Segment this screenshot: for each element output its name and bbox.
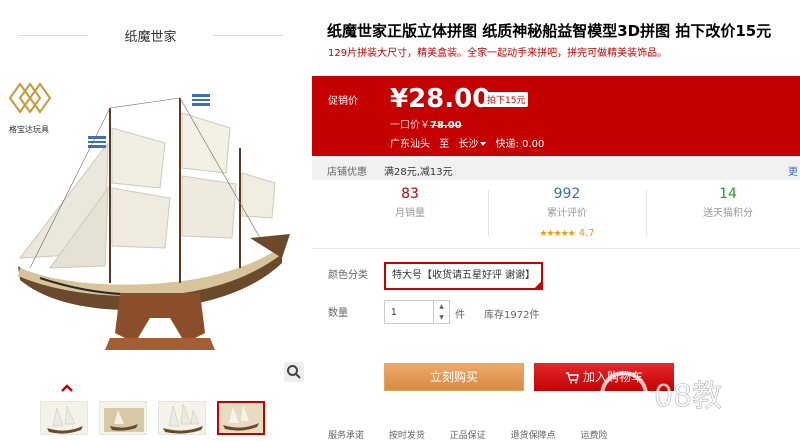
zoom-icon[interactable] xyxy=(284,362,304,382)
promo-price-panel: 促销价 ¥28.00 拍下15元 一口价￥78.00 广东汕头 至 长沙 快递:… xyxy=(312,76,800,156)
tmall-points-label: 送天猫积分 xyxy=(703,208,753,219)
shipping-info: 广东汕头 至 长沙 快递: 0.00 xyxy=(390,135,550,150)
shop-discount-value: 满28元,减13元 xyxy=(384,167,453,178)
selected-check-icon xyxy=(533,280,544,290)
thumbnail-item[interactable] xyxy=(158,401,206,435)
stock-count: 库存1972件 xyxy=(484,310,540,321)
promo-price: ¥28.00 xyxy=(390,84,491,114)
stepper-down-icon[interactable]: ▼ xyxy=(434,312,449,323)
total-reviews[interactable]: 992 累计评价 ★★★★★ 4.7 xyxy=(487,186,647,240)
thumbnail-strip xyxy=(40,401,265,435)
thumbnail-item[interactable] xyxy=(40,401,88,435)
quantity-stepper[interactable]: ▲ ▼ xyxy=(434,300,450,324)
total-reviews-count[interactable]: 992 xyxy=(487,186,647,202)
divider xyxy=(646,190,647,236)
original-price-value: 78.00 xyxy=(430,120,462,131)
ship-to-word: 至 xyxy=(439,139,450,150)
total-reviews-label: 累计评价 xyxy=(547,208,587,219)
color-option-selected[interactable]: 特大号【收货请五星好评 谢谢】 xyxy=(384,262,544,290)
tmall-points-count: 14 xyxy=(719,186,737,202)
quantity-label: 数量 xyxy=(328,308,348,319)
monthly-sales-label: 月销量 xyxy=(395,208,425,219)
monthly-sales-count: 83 xyxy=(401,186,419,202)
stepper-up-icon[interactable]: ▲ xyxy=(434,301,449,312)
original-price-label: 一口价￥ xyxy=(390,120,430,131)
tmall-points: 14 送天猫积分 xyxy=(648,186,800,219)
shop-discount-more-link[interactable]: 更 xyxy=(788,163,798,178)
delivery-fee: 快递: 0.00 xyxy=(495,139,545,150)
promo-label: 促销价 xyxy=(328,96,358,107)
product-title: 纸魔世家正版立体拼图 纸质神秘船益智模型3D拼图 拍下改价15元 xyxy=(327,22,772,40)
shop-discount-row: 店铺优惠 满28元,减13元 更 xyxy=(312,156,800,180)
product-subtitle: 129片拼装大尺寸，精美盒装。全家一起动手来拼吧，拼完可做精美装饰品。 xyxy=(328,48,668,59)
ship-to-location[interactable]: 长沙 xyxy=(458,139,478,150)
service-item: 服务承诺 xyxy=(328,431,365,441)
quantity-input[interactable] xyxy=(384,300,434,324)
color-option-label: 特大号【收货请五星好评 谢谢】 xyxy=(392,270,536,281)
svg-text:08教: 08教 xyxy=(654,379,722,414)
service-item[interactable]: 正品保证 xyxy=(450,431,486,441)
original-price: 一口价￥78.00 xyxy=(390,116,462,131)
ship-model-image[interactable] xyxy=(0,88,305,368)
watermark-logo: 08教 xyxy=(600,371,722,419)
shop-name[interactable]: 纸魔世家 xyxy=(18,26,283,45)
star-icon: ★★★★★ xyxy=(539,229,575,239)
monthly-sales: 83 月销量 xyxy=(330,186,490,219)
service-item[interactable]: 按时发货 xyxy=(389,431,425,441)
promo-badge: 拍下15元 xyxy=(484,92,529,107)
service-item[interactable]: 退货保障点 xyxy=(511,431,556,441)
shop-discount-label: 店铺优惠 xyxy=(327,167,367,178)
service-item[interactable]: 运费险 xyxy=(581,431,608,441)
stats-bar: 83 月销量 992 累计评价 ★★★★★ 4.7 14 送天猫积分 xyxy=(312,186,800,244)
thumbnail-item-selected[interactable] xyxy=(217,401,265,435)
buy-now-button[interactable]: 立刻购买 xyxy=(384,363,524,391)
review-rating: 4.7 xyxy=(578,228,595,239)
cart-icon xyxy=(565,371,579,383)
ship-from: 广东汕头 xyxy=(390,139,430,150)
quantity-unit: 件 xyxy=(455,310,465,321)
color-label: 颜色分类 xyxy=(328,270,368,281)
chevron-down-icon[interactable] xyxy=(480,142,487,146)
divider xyxy=(312,248,800,249)
chevron-up-icon[interactable] xyxy=(60,383,74,393)
thumbnail-item[interactable] xyxy=(99,401,147,435)
product-gallery: 纸魔世家 格宝达玩具 xyxy=(0,0,312,435)
